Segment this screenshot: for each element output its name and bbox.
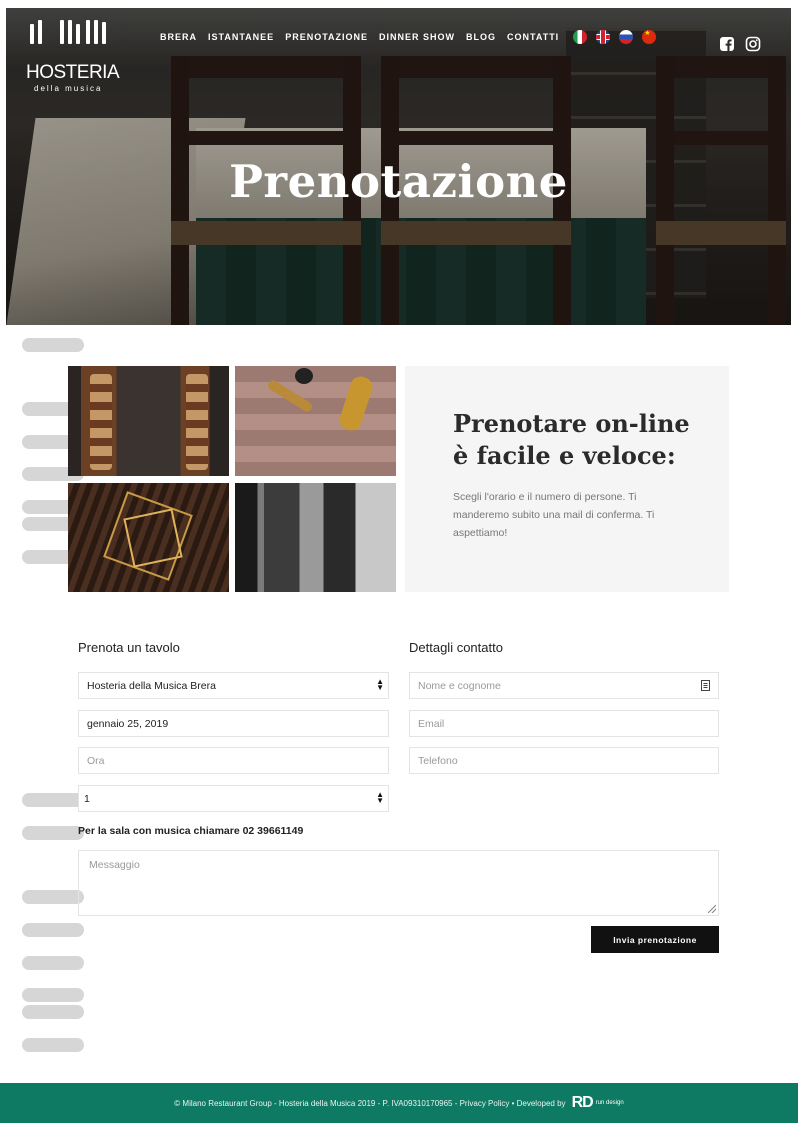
scribble-mark (22, 890, 84, 904)
select-arrows-icon: ▲ ▼ (376, 677, 384, 692)
intro-title: Prenotare on-line è facile e veloce: (453, 408, 713, 472)
name-field[interactable]: Nome e cognome (409, 672, 719, 699)
flag-italy-icon[interactable] (573, 30, 588, 44)
social-links (719, 36, 761, 52)
resize-grip-icon[interactable] (708, 905, 716, 913)
nav-istantanee[interactable]: ISTANTANEE (208, 32, 274, 42)
intro-text: Scegli l'orario e il numero di persone. … (453, 491, 655, 539)
message-textarea[interactable]: Messaggio (78, 850, 719, 916)
select-arrows-icon: ▲ ▼ (376, 790, 384, 805)
flag-china-icon[interactable] (642, 30, 657, 44)
scribble-mark (22, 988, 84, 1002)
scribble-mark (22, 1005, 84, 1019)
developer-logo-word: run design (595, 1100, 624, 1106)
scribble-mark (22, 1038, 84, 1052)
gallery-photo-interior[interactable] (235, 483, 396, 592)
reserve-table-heading: Prenota un tavolo (78, 640, 180, 655)
contact-card-icon (701, 680, 710, 691)
time-field[interactable]: Ora (78, 747, 389, 774)
phone-field-placeholder: Telefono (418, 754, 458, 767)
message-placeholder: Messaggio (89, 859, 140, 871)
logo-subtitle: della musica (34, 84, 103, 93)
intro-title-line: Prenotare on-line (453, 409, 690, 438)
facebook-icon[interactable] (719, 36, 735, 52)
hero-banner: HOSTERIA della musica BRERA ISTANTANEE P… (6, 8, 791, 325)
nav-brera[interactable]: BRERA (160, 32, 197, 42)
site-footer: © Milano Restaurant Group - Hosteria del… (0, 1083, 798, 1123)
logo-bars-icon (28, 20, 108, 46)
flag-russia-icon[interactable] (619, 30, 634, 44)
flag-uk-icon[interactable] (596, 30, 611, 44)
submit-reservation-button[interactable]: Invia prenotazione (591, 926, 719, 953)
guests-select[interactable]: 1 ▲ ▼ (78, 785, 389, 812)
scribble-mark (22, 956, 84, 970)
scribble-mark (22, 338, 84, 352)
language-switcher (573, 30, 657, 44)
gallery-photo-instruments[interactable] (235, 366, 396, 476)
gallery-photo-chandelier[interactable] (68, 483, 229, 592)
footer-copyright: © Milano Restaurant Group - Hosteria del… (174, 1098, 566, 1108)
phone-note: Per la sala con musica chiamare 02 39661… (78, 825, 304, 837)
location-select[interactable]: Hosteria della Musica Brera ▲ ▼ (78, 672, 389, 699)
intro-title-line: è facile e veloce: (453, 441, 676, 470)
site-logo[interactable]: HOSTERIA della musica (26, 20, 120, 95)
date-field[interactable]: gennaio 25, 2019 (78, 710, 389, 737)
photo-gallery (68, 366, 398, 592)
developer-logo[interactable]: RD run design (572, 1094, 624, 1112)
nav-contatti[interactable]: CONTATTI (507, 32, 559, 42)
scribble-mark (22, 826, 84, 840)
email-field-placeholder: Email (418, 717, 445, 730)
location-select-value: Hosteria della Musica Brera (87, 679, 216, 692)
main-nav: BRERA ISTANTANEE PRENOTAZIONE DINNER SHO… (160, 30, 657, 44)
email-field[interactable]: Email (409, 710, 719, 737)
time-field-placeholder: Ora (87, 754, 105, 767)
intro-box: Prenotare on-line è facile e veloce: Sce… (405, 366, 729, 592)
nav-prenotazione[interactable]: PRENOTAZIONE (285, 32, 368, 42)
contact-details-heading: Dettagli contatto (409, 640, 503, 655)
phone-field[interactable]: Telefono (409, 747, 719, 774)
scribble-mark (22, 793, 84, 807)
name-field-placeholder: Nome e cognome (418, 679, 501, 692)
nav-dinner-show[interactable]: DINNER SHOW (379, 32, 455, 42)
developer-logo-mark: RD (571, 1094, 594, 1111)
gallery-photo-doors[interactable] (68, 366, 229, 476)
scribble-mark (22, 923, 84, 937)
nav-blog[interactable]: BLOG (466, 32, 496, 42)
instagram-icon[interactable] (745, 36, 761, 52)
page-title: Prenotazione (229, 155, 568, 208)
date-field-value: gennaio 25, 2019 (87, 717, 169, 730)
logo-name: HOSTERIA (26, 62, 120, 83)
guests-select-value: 1 (84, 792, 90, 805)
